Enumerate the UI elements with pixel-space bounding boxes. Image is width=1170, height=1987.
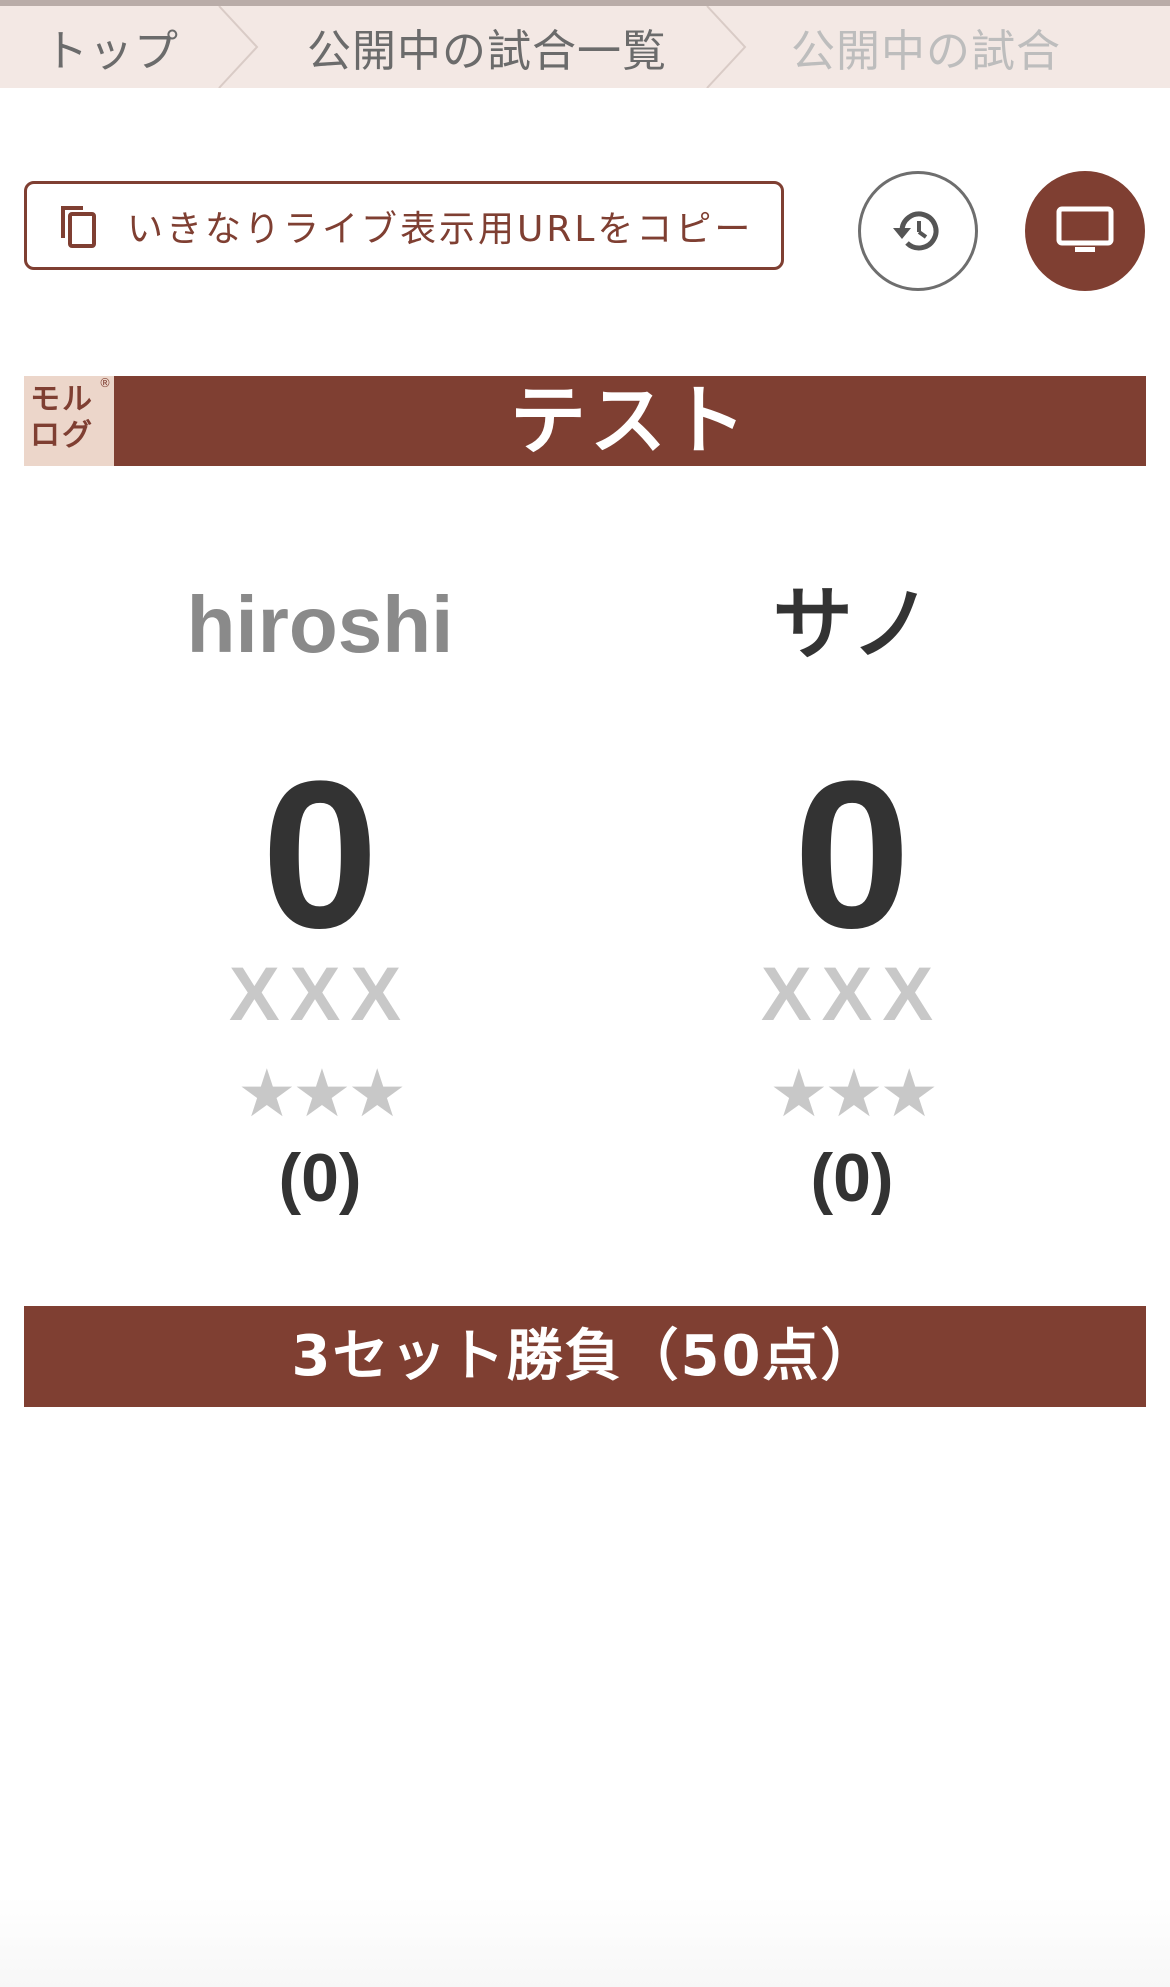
copy-icon [61, 205, 96, 248]
breadcrumb-separator-icon [215, 6, 275, 88]
history-button[interactable] [858, 171, 978, 291]
player-panel-2: サノ 0 XXX ★★★ (0) [572, 560, 1132, 1218]
bottom-fade [0, 1897, 1170, 1987]
logo-registered-mark: ® [99, 376, 111, 390]
breadcrumb: トップ 公開中の試合一覧 公開中の試合 [0, 0, 1170, 88]
player-misses: XXX [228, 952, 412, 1037]
copy-live-url-label: いきなりライブ表示用URLをコピー [127, 208, 754, 250]
breadcrumb-label: 公開中の試合一覧 [307, 26, 667, 77]
monitor-icon [1056, 206, 1114, 252]
history-icon [893, 211, 939, 251]
player-sets-won: (0) [810, 1140, 894, 1216]
breadcrumb-label: 公開中の試合 [791, 26, 1061, 77]
player-set-stars: ★★★ [769, 1055, 939, 1132]
player-name: hiroshi [186, 580, 454, 669]
player-score: 0 [261, 737, 379, 972]
match-title-bar: モル ログ ® テスト [24, 376, 1146, 466]
breadcrumb-item-match-list[interactable]: 公開中の試合一覧 [275, 6, 703, 88]
match-rule-bar: 3セット勝負（50点） [24, 1306, 1146, 1407]
breadcrumb-label: トップ [44, 26, 179, 77]
player-sets-won: (0) [278, 1140, 362, 1216]
player-score: 0 [793, 737, 911, 972]
morulog-logo: モル ログ ® [24, 376, 114, 466]
breadcrumb-item-current: 公開中の試合 [763, 6, 1061, 88]
player-set-stars: ★★★ [237, 1055, 407, 1132]
player-misses: XXX [760, 952, 944, 1037]
player-name: サノ [772, 578, 932, 671]
live-display-button[interactable] [1025, 171, 1145, 291]
breadcrumb-separator-icon [703, 6, 763, 88]
match-title: テスト [510, 376, 750, 465]
copy-live-url-button[interactable]: いきなりライブ表示用URLをコピー [24, 181, 784, 270]
breadcrumb-item-top[interactable]: トップ [0, 6, 215, 88]
logo-text-line2: ログ [30, 418, 94, 453]
player-panel-1: hiroshi 0 XXX ★★★ (0) [40, 560, 600, 1218]
